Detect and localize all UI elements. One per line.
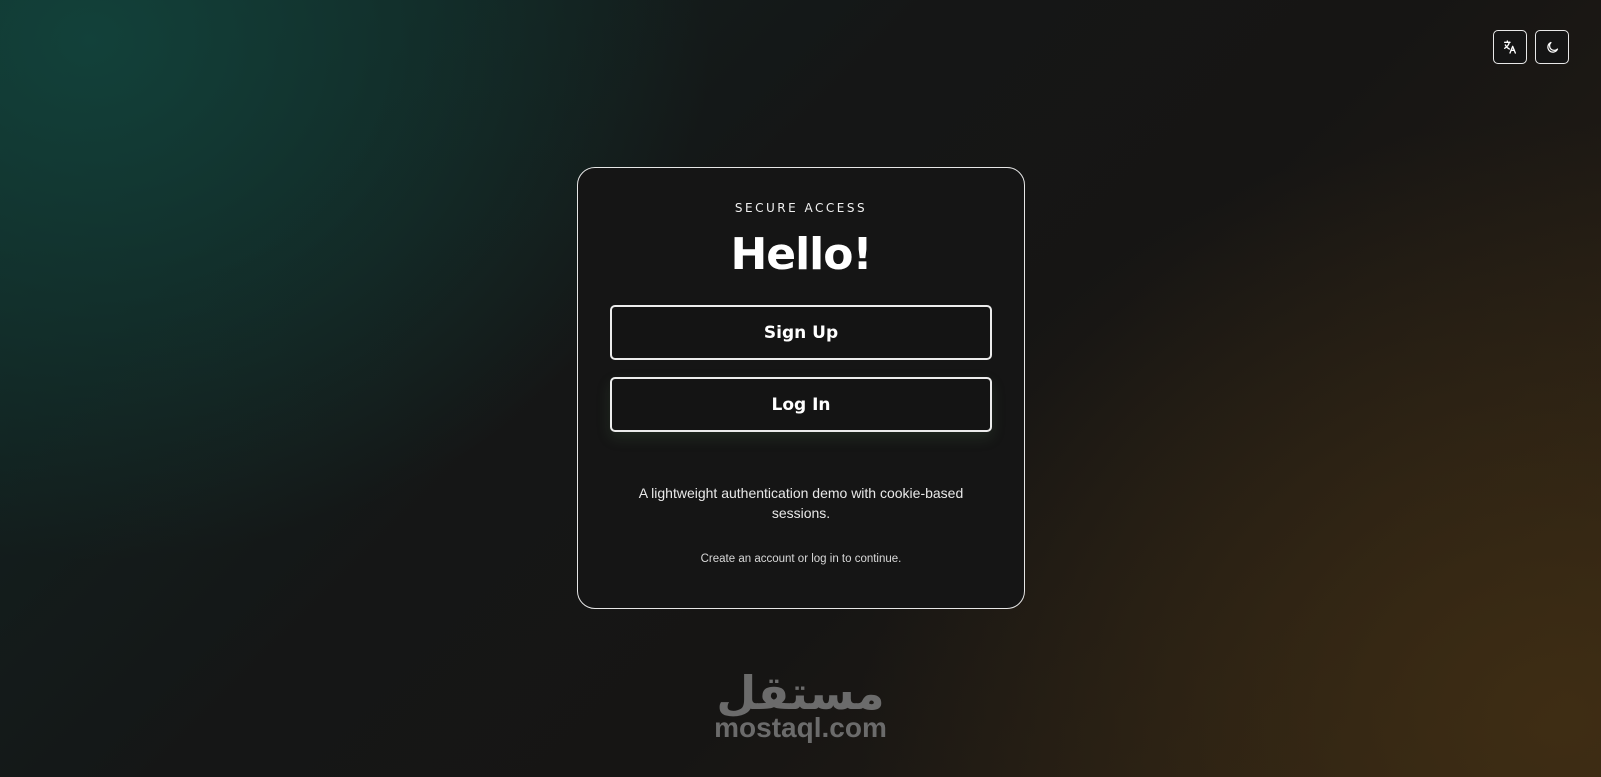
eyebrow-label: SECURE ACCESS bbox=[734, 201, 868, 215]
theme-toggle-button[interactable] bbox=[1535, 30, 1569, 64]
sign-up-label: Sign Up bbox=[763, 322, 839, 343]
watermark: مستقل mostaql.com bbox=[0, 667, 1601, 743]
log-in-label: Log In bbox=[771, 394, 831, 415]
sign-up-button[interactable]: Sign Up bbox=[610, 305, 992, 360]
translate-icon bbox=[1502, 39, 1518, 55]
hint-text: Create an account or log in to continue. bbox=[700, 553, 902, 565]
page-title: Hello! bbox=[730, 229, 872, 280]
log-in-button[interactable]: Log In bbox=[610, 377, 992, 432]
auth-card: SECURE ACCESS Hello! Sign Up Log In A li… bbox=[577, 167, 1025, 609]
watermark-url: mostaql.com bbox=[714, 712, 887, 743]
moon-icon bbox=[1545, 40, 1560, 55]
top-controls bbox=[1493, 30, 1569, 64]
language-button[interactable] bbox=[1493, 30, 1527, 64]
description-text: A lightweight authentication demo with c… bbox=[638, 485, 964, 521]
